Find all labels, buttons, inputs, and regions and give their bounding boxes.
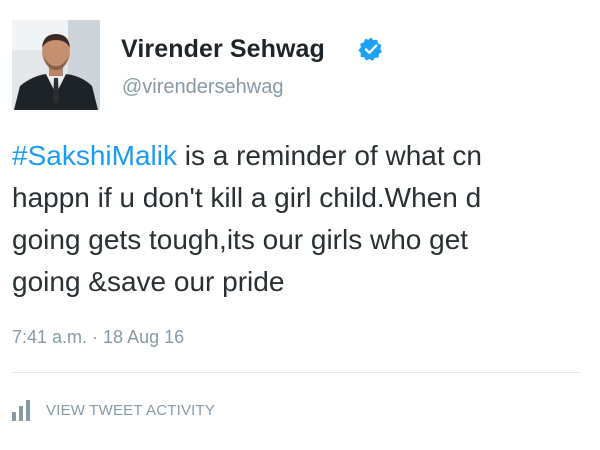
- profile-photo-icon: [12, 20, 100, 110]
- author-handle[interactable]: @virendersehwag: [122, 76, 284, 99]
- verified-badge-icon: [358, 37, 382, 61]
- divider: [12, 372, 580, 373]
- tweet-card: Virender Sehwag @virendersehwag #SakshiM…: [0, 0, 600, 450]
- author-name[interactable]: Virender Sehwag: [121, 35, 325, 64]
- tweet-text-segment: is a reminder of what cn: [176, 140, 482, 171]
- tweet-text-line: going &save our pride: [12, 266, 285, 297]
- view-tweet-activity-button[interactable]: VIEW TWEET ACTIVITY: [10, 398, 215, 422]
- hashtag-link[interactable]: #SakshiMalik: [12, 140, 177, 171]
- tweet-text-line: going gets tough,its our girls who get: [12, 224, 469, 255]
- tweet-text-line: #SakshiMalik is a reminder of what cn: [12, 135, 587, 177]
- tweet-text: #SakshiMalik is a reminder of what cn ha…: [12, 135, 587, 303]
- tweet-text-line: happn if u don't kill a girl child.When …: [12, 182, 482, 213]
- avatar[interactable]: [12, 20, 100, 110]
- view-tweet-activity-label: VIEW TWEET ACTIVITY: [46, 401, 216, 419]
- tweet-timestamp[interactable]: 7:41 a.m. · 18 Aug 16: [12, 327, 184, 348]
- bar-chart-icon: [12, 400, 30, 421]
